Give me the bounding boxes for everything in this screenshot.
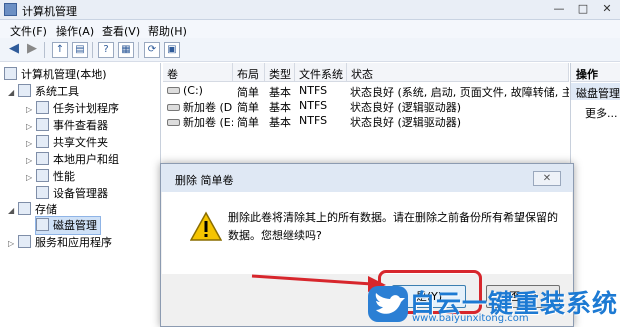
toolbar: ◀ ▶ ↑ ▤ ? ▦ ⟳ ▣ xyxy=(0,38,620,62)
disk-icon xyxy=(167,104,180,111)
volume-name-e[interactable]: 新加卷 (E:) xyxy=(167,114,233,129)
volume-layout: 简单 xyxy=(237,116,259,129)
expand-arrow-icon[interactable]: ▷ xyxy=(26,173,36,182)
storage-icon xyxy=(18,202,31,215)
expand-arrow-icon[interactable]: ▷ xyxy=(8,239,18,248)
column-header-filesystem[interactable]: 文件系统 xyxy=(295,63,347,82)
bird-logo-icon xyxy=(368,286,408,322)
back-arrow-icon[interactable]: ◀ xyxy=(6,42,22,58)
watermark: 白云一键重装系统 www.baiyunxitong.com xyxy=(360,284,620,327)
tree-item-event-viewer[interactable]: ▷ 事件查看器 xyxy=(26,117,108,134)
dialog-title: 删除 简单卷 xyxy=(175,174,234,187)
dialog-close-button[interactable]: ✕ xyxy=(533,171,561,186)
show-hide-tree-icon[interactable]: ▤ xyxy=(72,42,88,58)
console-tree-icon[interactable]: ▦ xyxy=(118,42,134,58)
dialog-title-bar: 删除 简单卷 ✕ xyxy=(161,164,573,192)
volume-status: 状态良好 (系统, 启动, 页面文件, 故障转储, 主分区) xyxy=(350,86,569,99)
tree-item-shared-folders[interactable]: ▷ 共享文件夹 xyxy=(26,134,108,151)
computer-management-icon xyxy=(4,3,17,16)
toolbar-divider xyxy=(138,42,139,58)
actions-section-disk-management[interactable]: 磁盘管理 xyxy=(571,83,620,100)
collapse-arrow-icon[interactable]: ◢ xyxy=(8,88,18,97)
toolbar-divider xyxy=(44,42,45,58)
export-list-icon[interactable]: ▣ xyxy=(164,42,180,58)
column-header-status[interactable]: 状态 xyxy=(347,63,569,82)
volume-type: 基本 xyxy=(269,101,291,114)
help-icon[interactable]: ? xyxy=(98,42,114,58)
console-tree: 计算机管理(本地) ◢ 系统工具 ▷ 任务计划程序 ▷ 事件查看器 ▷ 共享文件夹 ▷ 本… xyxy=(0,63,161,327)
volume-filesystem: NTFS xyxy=(299,114,328,127)
volume-type: 基本 xyxy=(269,86,291,99)
disk-icon xyxy=(167,87,180,94)
watermark-url: www.baiyunxitong.com xyxy=(412,313,529,324)
expand-arrow-icon[interactable]: ▷ xyxy=(26,105,36,114)
window-title: 计算机管理 xyxy=(22,5,77,18)
expand-arrow-icon[interactable]: ▷ xyxy=(26,139,36,148)
column-header-layout[interactable]: 布局 xyxy=(233,63,265,82)
collapse-arrow-icon[interactable]: ◢ xyxy=(8,206,18,215)
shared-folder-icon xyxy=(36,135,49,148)
volume-name-d[interactable]: 新加卷 (D:) xyxy=(167,99,233,114)
performance-icon xyxy=(36,169,49,182)
tree-item-device-manager[interactable]: 设备管理器 xyxy=(36,185,108,202)
volume-filesystem: NTFS xyxy=(299,99,328,112)
expand-arrow-icon[interactable]: ▷ xyxy=(26,156,36,165)
title-bar: 计算机管理 — □ ✕ xyxy=(0,0,620,20)
up-folder-icon[interactable]: ↑ xyxy=(52,42,68,58)
disk-icon xyxy=(167,119,180,126)
volume-layout: 简单 xyxy=(237,86,259,99)
users-icon xyxy=(36,152,49,165)
tree-item-services-apps[interactable]: ▷ 服务和应用程序 xyxy=(8,234,112,251)
forward-arrow-icon[interactable]: ▶ xyxy=(24,42,40,58)
column-header-type[interactable]: 类型 xyxy=(265,63,295,82)
tree-root[interactable]: 计算机管理(本地) xyxy=(4,66,107,83)
volume-layout: 简单 xyxy=(237,101,259,114)
close-button[interactable]: ✕ xyxy=(596,2,618,18)
services-icon xyxy=(18,235,31,248)
expand-arrow-icon[interactable]: ▷ xyxy=(26,122,36,131)
refresh-icon[interactable]: ⟳ xyxy=(144,42,160,58)
computer-management-icon xyxy=(4,67,17,80)
minimize-button[interactable]: — xyxy=(548,2,570,18)
tree-item-storage[interactable]: ◢ 存储 xyxy=(8,201,57,218)
maximize-button[interactable]: □ xyxy=(572,2,594,18)
dialog-message: 删除此卷将清除其上的所有数据。请在删除之前备份所有希望保留的数据。您想继续吗? xyxy=(228,211,558,242)
event-viewer-icon xyxy=(36,118,49,131)
tree-item-task-scheduler[interactable]: ▷ 任务计划程序 xyxy=(26,100,119,117)
device-manager-icon xyxy=(36,186,49,199)
disk-management-icon xyxy=(36,218,49,231)
volume-status: 状态良好 (逻辑驱动器) xyxy=(350,116,462,129)
tree-item-system-tools[interactable]: ◢ 系统工具 xyxy=(8,83,79,100)
volume-status: 状态良好 (逻辑驱动器) xyxy=(350,101,462,114)
dialog-body: 删除此卷将清除其上的所有数据。请在删除之前备份所有希望保留的数据。您想继续吗? xyxy=(162,192,572,274)
tree-item-performance[interactable]: ▷ 性能 xyxy=(26,168,75,185)
menu-bar: 文件(F) 操作(A) 查看(V) 帮助(H) xyxy=(0,20,620,38)
toolbar-divider xyxy=(92,42,93,58)
column-header-volume[interactable]: 卷 xyxy=(163,63,233,82)
volume-filesystem: NTFS xyxy=(299,84,328,97)
tree-item-disk-management[interactable]: 磁盘管理 xyxy=(35,216,101,235)
menu-file[interactable]: 文件(F) xyxy=(10,23,47,39)
menu-view[interactable]: 查看(V) xyxy=(102,23,140,39)
volume-name-c[interactable]: (C:) xyxy=(167,84,233,99)
warning-icon xyxy=(190,211,222,241)
volume-type: 基本 xyxy=(269,116,291,129)
tree-item-local-users[interactable]: ▷ 本地用户和组 xyxy=(26,151,119,168)
system-tools-icon xyxy=(18,84,31,97)
more-actions-link[interactable]: 更多... xyxy=(585,105,618,121)
clock-icon xyxy=(36,101,49,114)
menu-action[interactable]: 操作(A) xyxy=(56,23,94,39)
actions-header: 操作 xyxy=(571,63,620,82)
menu-help[interactable]: 帮助(H) xyxy=(148,23,187,39)
